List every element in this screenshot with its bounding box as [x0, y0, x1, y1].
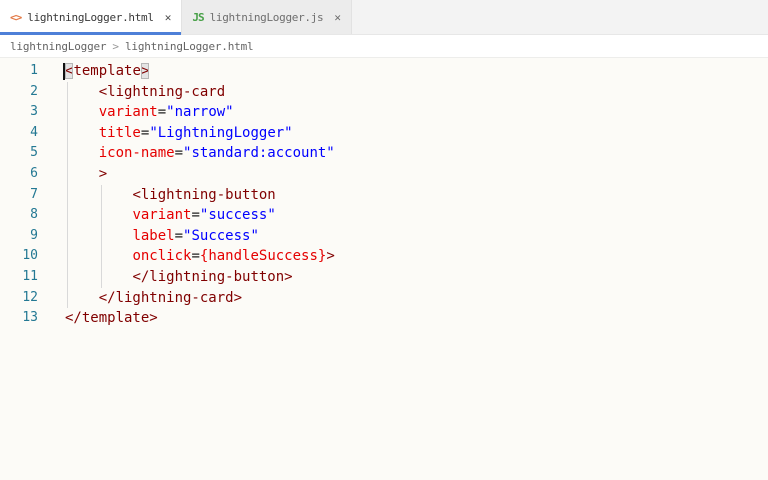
code-token: "Success": [183, 227, 259, 244]
code-line-content: >: [65, 163, 108, 185]
line-number: 1: [30, 63, 38, 78]
indent-guide: [100, 246, 102, 267]
tab-html[interactable]: <> lightningLogger.html ✕: [0, 0, 183, 35]
code-line[interactable]: 11 </lightning-button>: [0, 266, 768, 288]
tab-js[interactable]: JS lightningLogger.js ✕: [182, 0, 353, 34]
code-token: "LightningLogger": [149, 124, 293, 141]
line-number: 4: [30, 124, 38, 140]
close-tab-icon[interactable]: ✕: [334, 11, 341, 24]
indent-guide: [67, 143, 68, 164]
indent-guide: [67, 246, 68, 267]
indent-guide: [67, 163, 68, 185]
indent-guide: [100, 266, 102, 288]
indent-guide: [67, 102, 68, 123]
code-line[interactable]: 5 icon-name="standard:account": [0, 143, 768, 164]
code-token: =: [191, 207, 200, 224]
code-line[interactable]: 4 title="LightningLogger": [0, 122, 768, 144]
line-number: 2: [30, 83, 38, 99]
tab-label: lightningLogger.js: [209, 10, 324, 24]
code-token: title: [98, 124, 141, 141]
code-token: "narrow": [166, 104, 234, 121]
code-editor-window: <> lightningLogger.html ✕ JS lightningLogger…: [0, 0, 768, 329]
indent-guide: [67, 205, 68, 226]
breadcrumb: lightningLogger > lightningLogger.html: [0, 35, 768, 58]
code-line-content: icon-name="standard:account": [65, 143, 335, 164]
code-line-content: </lightning-card>: [65, 287, 243, 309]
line-number: 9: [30, 227, 38, 243]
code-line[interactable]: 10 onclick={handleSuccess}>: [0, 246, 768, 267]
code-token: =: [191, 248, 200, 265]
code-line[interactable]: 12 </lightning-card>: [0, 287, 768, 309]
code-line-content: <lightning-button: [65, 184, 276, 206]
breadcrumb-item[interactable]: lightningLogger: [10, 40, 107, 53]
html-file-icon: <>: [10, 10, 22, 24]
code-line[interactable]: 1 <template>: [0, 61, 768, 82]
indent-guide: [100, 225, 102, 247]
code-token: </lightning-button>: [132, 268, 293, 285]
code-token: =: [174, 227, 184, 244]
js-file-icon: JS: [192, 10, 204, 24]
code-line[interactable]: 2 <lightning-card: [0, 81, 768, 103]
line-number: 12: [22, 289, 38, 305]
tab-label: lightningLogger.html: [27, 10, 154, 24]
indent-guide: [67, 287, 68, 309]
code-token: icon-name: [98, 145, 175, 162]
code-token: </template>: [65, 310, 158, 327]
code-token: >: [326, 248, 335, 265]
code-line-content: title="LightningLogger": [65, 122, 293, 144]
tab-list: <> lightningLogger.html ✕ JS lightningLogger…: [0, 0, 353, 35]
code-line[interactable]: 9 label="Success": [0, 225, 768, 247]
line-number: 3: [30, 104, 38, 120]
code-token: "success": [199, 207, 276, 224]
close-tab-icon[interactable]: ✕: [165, 11, 172, 24]
code-line-content: variant="success": [65, 205, 276, 226]
code-token: =: [174, 145, 184, 162]
code-token: <lightning-button: [132, 186, 276, 203]
code-line-content: </template>: [65, 308, 158, 329]
line-number: 5: [30, 145, 38, 161]
code-line-content: </lightning-button>: [65, 266, 293, 288]
code-line[interactable]: 8 variant="success": [0, 205, 768, 226]
breadcrumb-item[interactable]: lightningLogger.html: [125, 40, 254, 53]
code-line-content: <lightning-card: [65, 81, 226, 103]
code-line-content: <template>: [63, 61, 150, 82]
editor-tab-bar: <> lightningLogger.html ✕ JS lightningLogger…: [0, 0, 768, 35]
indent-guide: [100, 184, 102, 206]
line-number: 7: [30, 186, 38, 202]
indent-guide: [100, 205, 102, 226]
code-line[interactable]: 3 variant="narrow": [0, 102, 768, 123]
text-cursor: [63, 63, 65, 80]
code-token: =: [157, 104, 167, 121]
indent-guide: [67, 122, 68, 144]
line-number: 8: [30, 207, 38, 223]
line-number: 11: [22, 268, 38, 284]
code-line[interactable]: 6 >: [0, 163, 768, 185]
code-token: onclick: [132, 248, 192, 265]
code-line-content: variant="narrow": [65, 102, 234, 123]
code-token: variant: [98, 104, 158, 121]
indent-guide: [67, 225, 68, 247]
code-token: template: [73, 63, 141, 79]
breadcrumb-separator: >: [112, 39, 119, 53]
code-line-content: onclick={handleSuccess}>: [65, 246, 335, 267]
code-editor[interactable]: 1 <template> 2 <lightning-card 3 variant="n…: [0, 58, 768, 329]
code-token: variant: [132, 207, 192, 224]
code-token: label: [132, 227, 175, 244]
code-line[interactable]: 13 </template>: [0, 308, 768, 329]
code-token: >: [98, 165, 108, 182]
line-number: 6: [30, 165, 38, 181]
indent-guide: [67, 184, 68, 206]
code-token: "standard:account": [183, 145, 335, 162]
line-number: 13: [22, 310, 38, 326]
code-line-content: label="Success": [65, 225, 259, 247]
code-token: <lightning-card: [98, 83, 226, 100]
line-number: 10: [22, 248, 38, 264]
code-token: </lightning-card>: [98, 289, 243, 306]
indent-guide: [67, 81, 68, 103]
indent-guide: [67, 266, 68, 288]
code-line[interactable]: 7 <lightning-button: [0, 184, 768, 206]
code-token: >: [140, 63, 150, 79]
code-token: {handleSuccess}: [199, 248, 327, 265]
